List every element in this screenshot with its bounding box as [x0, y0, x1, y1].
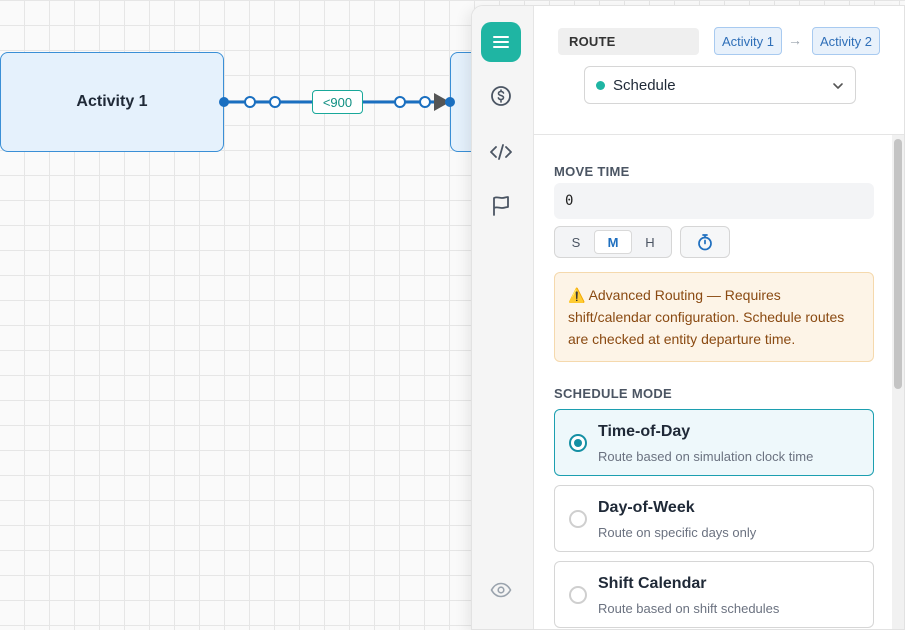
- route-tag: ROUTE: [558, 28, 699, 55]
- eye-icon[interactable]: [481, 570, 521, 610]
- move-time-label: MOVE TIME: [554, 164, 630, 179]
- scrollbar[interactable]: [892, 135, 904, 629]
- unit-minutes-option[interactable]: M: [594, 230, 632, 254]
- edge-waypoint[interactable]: [244, 96, 256, 108]
- edge-waypoint[interactable]: [419, 96, 431, 108]
- option-desc: Route based on simulation clock time: [598, 449, 814, 464]
- edge-waypoint[interactable]: [269, 96, 281, 108]
- schedule-mode-option[interactable]: Shift Calendar Route based on shift sche…: [554, 561, 874, 628]
- move-time-input[interactable]: [554, 183, 874, 219]
- code-icon[interactable]: [481, 132, 521, 172]
- option-desc: Route on specific days only: [598, 525, 757, 540]
- option-desc: Route based on shift schedules: [598, 601, 780, 616]
- schedule-mode-label: SCHEDULE MODE: [554, 386, 673, 401]
- unit-hours-option[interactable]: H: [632, 230, 668, 254]
- radio-unselected[interactable]: [569, 510, 587, 528]
- menu-icon[interactable]: [481, 22, 521, 62]
- panel-rail: [472, 6, 534, 629]
- chevron-down-icon: [833, 83, 843, 89]
- from-activity-chip[interactable]: Activity 1: [714, 27, 783, 55]
- scrollbar-thumb[interactable]: [894, 139, 902, 389]
- status-dot-icon: [596, 80, 605, 90]
- schedule-mode-option[interactable]: Time-of-Day Route based on simulation cl…: [554, 409, 874, 476]
- option-title: Time-of-Day: [598, 423, 691, 440]
- timer-button[interactable]: [680, 226, 730, 258]
- route-type-select[interactable]: Schedule: [584, 66, 856, 104]
- warning-icon: ⚠️: [568, 287, 586, 303]
- dollar-icon[interactable]: [481, 76, 521, 116]
- option-title: Shift Calendar: [598, 575, 707, 592]
- radio-unselected[interactable]: [569, 586, 587, 604]
- unit-seconds-option[interactable]: S: [558, 230, 594, 254]
- panel-body: MOVE TIME S M H ⚠️ Advanced Routing — Re…: [534, 135, 904, 629]
- panel-header: ROUTE Activity 1 → Activity 2 Schedule: [534, 6, 904, 135]
- to-activity-chip[interactable]: Activity 2: [812, 27, 881, 55]
- route-type-value: Schedule: [613, 76, 676, 94]
- route-properties-panel: ROUTE Activity 1 → Activity 2 Schedule M…: [471, 5, 905, 630]
- edge-condition-label[interactable]: <900: [312, 90, 363, 114]
- radio-selected[interactable]: [569, 434, 587, 452]
- edge-waypoint[interactable]: [394, 96, 406, 108]
- route-edge[interactable]: [0, 0, 460, 200]
- schedule-mode-option[interactable]: Day-of-Week Route on specific days only: [554, 485, 874, 552]
- arrow-right-icon: →: [788, 32, 802, 48]
- edge-endpoint[interactable]: [219, 97, 229, 107]
- panel-main: ROUTE Activity 1 → Activity 2 Schedule M…: [534, 6, 904, 629]
- edge-endpoint[interactable]: [445, 97, 455, 107]
- time-unit-toggle: S M H: [554, 226, 672, 258]
- stopwatch-icon: [698, 234, 712, 251]
- flag-icon[interactable]: [481, 186, 521, 226]
- advanced-routing-warning: ⚠️ Advanced Routing — Requires shift/cal…: [554, 272, 874, 362]
- warning-text: Advanced Routing — Requires shift/calend…: [568, 287, 845, 347]
- option-title: Day-of-Week: [598, 499, 695, 516]
